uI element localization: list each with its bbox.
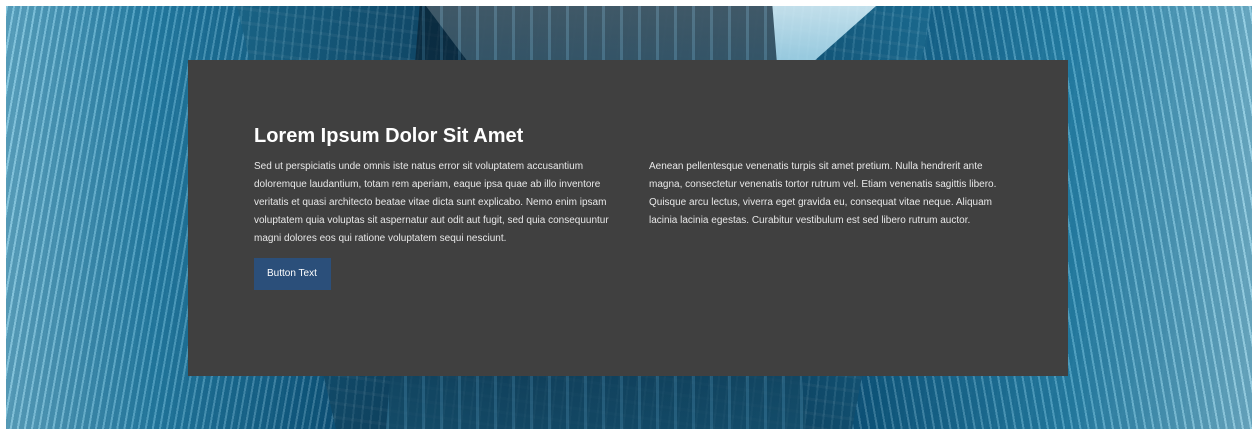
content-card-inner: Lorem Ipsum Dolor Sit Amet Sed ut perspi… xyxy=(254,124,1004,290)
cta-button[interactable]: Button Text xyxy=(254,258,331,290)
card-columns: Sed ut perspiciatis unde omnis iste natu… xyxy=(254,158,1004,290)
card-column-right: Aenean pellentesque venenatis turpis sit… xyxy=(649,158,1004,290)
card-title: Lorem Ipsum Dolor Sit Amet xyxy=(254,125,524,147)
card-column-left: Sed ut perspiciatis unde omnis iste natu… xyxy=(254,158,616,290)
right-paragraph: Aenean pellentesque venenatis turpis sit… xyxy=(649,161,997,226)
left-paragraph: Sed ut perspiciatis unde omnis iste natu… xyxy=(254,161,609,244)
content-card: Lorem Ipsum Dolor Sit Amet Sed ut perspi… xyxy=(188,60,1068,376)
